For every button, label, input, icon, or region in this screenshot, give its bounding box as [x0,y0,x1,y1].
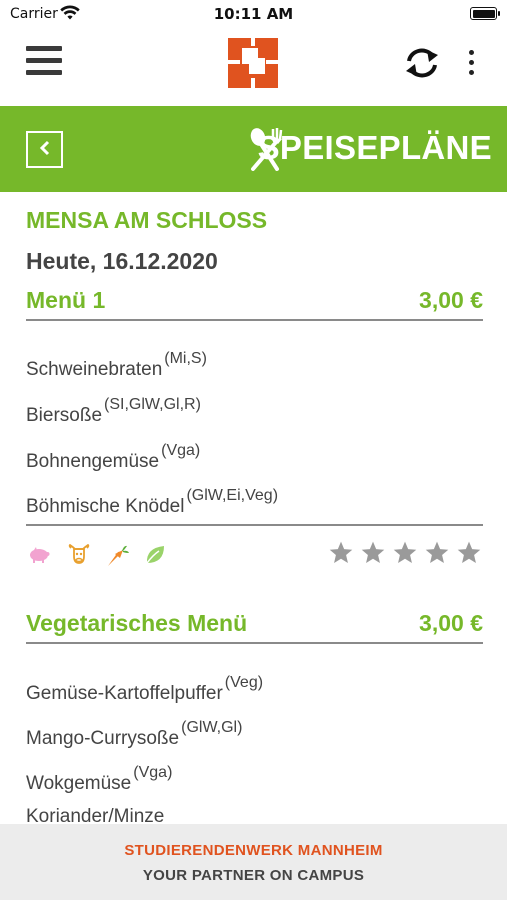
page-title: SPEISEPLÄNE [257,129,492,166]
dish-allergens: (GlW,Gl) [181,719,243,736]
dish-name: Mango-Currysoße [26,728,180,749]
dish-name: Gemüse-Kartoffelpuffer [26,683,223,704]
star-icon[interactable] [360,540,386,570]
menu-header: Vegetarisches Menü 3,00 € [26,604,483,644]
sync-icon[interactable] [403,47,441,83]
dish-item: Wokgemüse(Vga) [26,764,172,795]
footer-brand: STUDIERENDENWERK MANNHEIM [124,842,383,859]
dish-allergens: (SI,GlW,Gl,R) [104,396,201,413]
menu-header: Menü 1 3,00 € [26,281,483,321]
navbar [0,30,507,106]
dish-allergens: (GlW,Ei,Veg) [186,487,279,504]
dish-allergens: (Mi,S) [164,350,207,367]
hamburger-icon[interactable] [26,46,62,76]
battery-icon [470,7,500,20]
status-time: 10:11 AM [213,5,294,23]
footer: STUDIERENDENWERK MANNHEIM YOUR PARTNER O… [0,824,507,900]
page-header: SPEISEPLÄNE [0,106,507,192]
divider [26,524,483,526]
dish-name: Biersoße [26,405,103,426]
star-icon[interactable] [392,540,418,570]
dish-allergens: (Veg) [224,674,264,691]
dish-item: Gemüse-Kartoffelpuffer(Veg) [26,674,263,705]
menu-name: Vegetarisches Menü [26,610,248,636]
dish-allergens: (Vga) [133,764,173,781]
more-vertical-icon[interactable] [468,50,476,76]
leaf-icon [144,544,166,570]
back-button[interactable] [26,131,63,168]
dish-item: Mango-Currysoße(GlW,Gl) [26,719,242,750]
dish-item: Schweinebraten(Mi,S) [26,350,207,381]
menu-price: 3,00 € [419,610,483,636]
star-icon[interactable] [424,540,450,570]
menu-date: Heute, 16.12.2020 [26,248,218,274]
dish-name: Wokgemüse [26,773,132,794]
menu-name: Menü 1 [26,287,106,313]
footer-tagline: YOUR PARTNER ON CAMPUS [142,867,365,884]
dish-name: Böhmische Knödel [26,496,185,517]
dish-item: Koriander/Minze [26,797,166,824]
star-icon[interactable] [456,540,482,570]
dish-name: Bohnengemüse [26,451,160,472]
carrot-icon [106,544,130,572]
chevron-left-icon [38,140,52,160]
dish-item: Biersoße(SI,GlW,Gl,R) [26,396,201,427]
pig-icon [28,544,50,568]
dish-name: Koriander/Minze [26,806,165,824]
canteen-name: MENSA AM SCHLOSS [26,207,268,233]
menu-content[interactable]: MENSA AM SCHLOSS Heute, 16.12.2020 Menü … [26,192,483,824]
menu-price: 3,00 € [419,287,483,313]
dish-allergens: (Vga) [161,442,201,459]
dish-item: Böhmische Knödel(GlW,Ei,Veg) [26,487,278,518]
dish-item: Bohnengemüse(Vga) [26,442,200,473]
status-bar: Carrier 10:11 AM [0,0,507,30]
rating-stars[interactable] [328,540,483,568]
dish-name: Schweinebraten [26,359,163,380]
star-icon[interactable] [328,540,354,570]
cow-icon [68,543,90,570]
studierendenwerk-logo [228,38,278,92]
